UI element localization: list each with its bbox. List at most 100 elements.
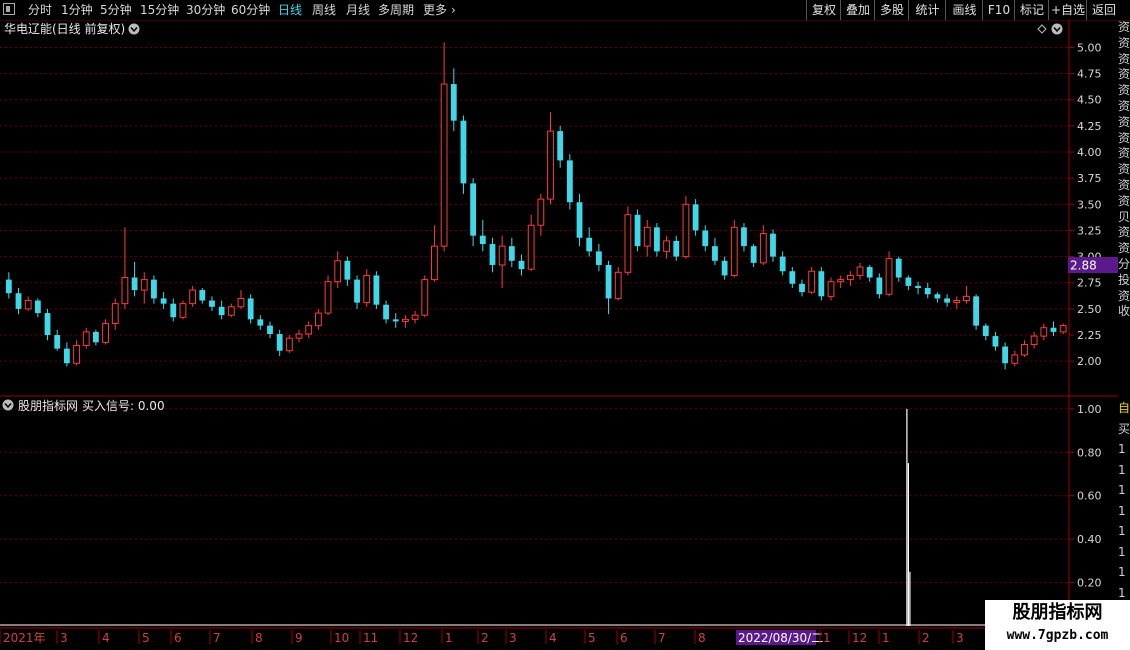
time-axis-label[interactable]: 5	[588, 631, 596, 645]
price-tick-label: 2.50	[1077, 303, 1102, 316]
candle-body	[730, 226, 738, 276]
candle	[140, 272, 148, 304]
time-axis-label[interactable]: 1	[882, 631, 890, 645]
time-axis-label[interactable]: 8	[255, 631, 263, 645]
indicator-title: 股朋指标网	[18, 398, 78, 413]
candle-body	[267, 325, 273, 334]
time-axis-label[interactable]: 5	[142, 631, 150, 645]
time-axis-label[interactable]: 3	[60, 631, 68, 645]
time-axis-label[interactable]: 1	[823, 631, 831, 645]
chevron-down-icon[interactable]	[1051, 23, 1063, 35]
candle	[944, 294, 950, 307]
candle-body	[1030, 335, 1038, 345]
candle	[692, 199, 699, 236]
candle	[5, 272, 12, 299]
candle	[151, 275, 157, 304]
candle-body	[963, 295, 970, 302]
chevron-down-icon[interactable]	[2, 399, 14, 411]
candle-body	[1040, 327, 1048, 337]
time-axis-label[interactable]: 7	[658, 631, 666, 645]
candle	[199, 287, 206, 304]
candle	[924, 282, 931, 299]
candle-body	[527, 224, 535, 270]
candle-body	[247, 298, 254, 320]
time-axis-label[interactable]: 6	[620, 631, 628, 645]
candle-body	[276, 333, 283, 351]
candle	[702, 225, 709, 252]
price-tick-label: 4.50	[1077, 94, 1102, 107]
time-axis-label[interactable]: 3	[956, 631, 964, 645]
candle-body	[721, 260, 728, 276]
diamond-icon[interactable]	[1037, 24, 1047, 34]
chart-area: 5.004.754.504.254.003.753.503.253.002.75…	[0, 20, 1118, 645]
sidebar-char: 资	[1118, 51, 1130, 66]
candle-body	[63, 348, 70, 364]
candle	[460, 115, 467, 194]
candle	[247, 294, 254, 324]
candle	[654, 223, 660, 257]
candle-body	[402, 318, 409, 322]
candle-body	[624, 214, 632, 273]
time-axis-label[interactable]: 3	[509, 631, 517, 645]
time-axis-label[interactable]: 10	[334, 631, 349, 645]
candle	[498, 235, 506, 288]
candle	[15, 287, 22, 315]
right-info-column: 资资资资资资资资资资资资贝资资分投资收	[1118, 20, 1130, 400]
time-axis-label[interactable]: 4	[549, 631, 557, 645]
candle	[121, 227, 129, 309]
watermark-url: www.7gpzb.com	[1006, 628, 1109, 643]
candle-body	[24, 300, 32, 310]
time-axis[interactable]: 2021年 3 4 5 6 7 8 9 10 11 12 1 2 3 4 5 6 7 8 2022/08/30/二 1 1…	[0, 630, 964, 645]
candle-body	[750, 246, 757, 263]
candle-body	[1050, 327, 1057, 332]
candle-body	[305, 325, 313, 335]
candle-body	[895, 258, 902, 278]
candle	[285, 335, 293, 353]
time-axis-label[interactable]: 2022/08/30/二	[738, 631, 823, 645]
candle-body	[547, 130, 554, 200]
candle-body	[431, 245, 438, 281]
time-axis-label[interactable]: 9	[295, 631, 303, 645]
indicator-axis: 1.00 0.80 0.60 0.40 0.20	[1069, 403, 1102, 590]
candle	[982, 323, 989, 341]
candle-body	[44, 313, 51, 336]
candle-body	[885, 258, 893, 295]
candle	[24, 296, 32, 311]
time-axis-label[interactable]: 2021年	[3, 631, 46, 645]
candle-body	[692, 204, 699, 231]
candle-body	[92, 331, 99, 343]
sidebar-char: 1	[1118, 524, 1126, 538]
price-tick-label: 5.00	[1077, 41, 1102, 54]
candle	[209, 296, 215, 311]
time-axis-label[interactable]: 7	[213, 631, 221, 645]
time-axis-label[interactable]: 8	[698, 631, 706, 645]
candle-body	[1059, 325, 1067, 333]
time-axis-label[interactable]: 2	[922, 631, 930, 645]
time-axis-label[interactable]: 2	[481, 631, 489, 645]
candle	[682, 195, 690, 259]
time-axis-label[interactable]: 12	[852, 631, 867, 645]
sidebar-char: 资	[1118, 67, 1130, 82]
candle-body	[973, 296, 980, 326]
candle-body	[992, 336, 999, 347]
candle	[712, 237, 718, 265]
time-axis-label[interactable]: 4	[102, 631, 110, 645]
candle	[34, 298, 41, 318]
time-axis-label[interactable]: 6	[174, 631, 182, 645]
candle	[818, 267, 825, 301]
candle	[1050, 321, 1057, 337]
candle-body	[363, 274, 371, 304]
time-axis-label[interactable]: 12	[403, 631, 418, 645]
sidebar-char: 1	[1118, 565, 1126, 579]
candle	[721, 256, 728, 280]
candle-body	[227, 306, 235, 316]
time-axis-label[interactable]: 1	[445, 631, 453, 645]
candle	[1002, 342, 1009, 370]
candle	[305, 321, 313, 339]
candle	[759, 225, 767, 265]
time-axis-label[interactable]: 11	[363, 631, 378, 645]
candle-body	[712, 246, 718, 261]
candle-body	[170, 303, 177, 318]
indicator-tick-label: 0.20	[1077, 577, 1102, 590]
chevron-down-icon[interactable]	[128, 23, 140, 35]
